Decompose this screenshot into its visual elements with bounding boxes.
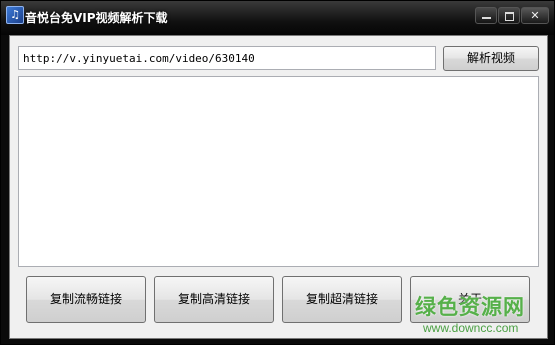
copy-hd-link-button[interactable]: 复制高清链接 (154, 276, 274, 323)
parse-video-button[interactable]: 解析视频 (443, 46, 539, 71)
maximize-icon (505, 12, 514, 21)
url-input[interactable] (18, 46, 436, 70)
close-button[interactable]: ✕ (521, 7, 549, 24)
copy-superhd-link-button[interactable]: 复制超清链接 (282, 276, 402, 323)
music-note-icon: ♫ (6, 6, 24, 24)
window-title: 音悦台免VIP视频解析下载 (25, 11, 168, 25)
copy-smooth-link-button[interactable]: 复制流畅链接 (26, 276, 146, 323)
title-bar[interactable]: ♫ 音悦台免VIP视频解析下载 ✕ (1, 1, 554, 35)
output-textarea[interactable] (18, 76, 539, 267)
close-icon: ✕ (530, 9, 540, 22)
about-button[interactable]: 关于 (410, 276, 530, 323)
main-panel: 解析视频 复制流畅链接 复制高清链接 复制超清链接 关于 (9, 35, 548, 339)
app-window: ♫ 音悦台免VIP视频解析下载 ✕ 解析视频 复制流畅链接 复制高清链接 复制超… (0, 0, 555, 345)
minimize-icon (482, 17, 491, 19)
minimize-button[interactable] (475, 7, 497, 24)
maximize-button[interactable] (498, 7, 520, 24)
